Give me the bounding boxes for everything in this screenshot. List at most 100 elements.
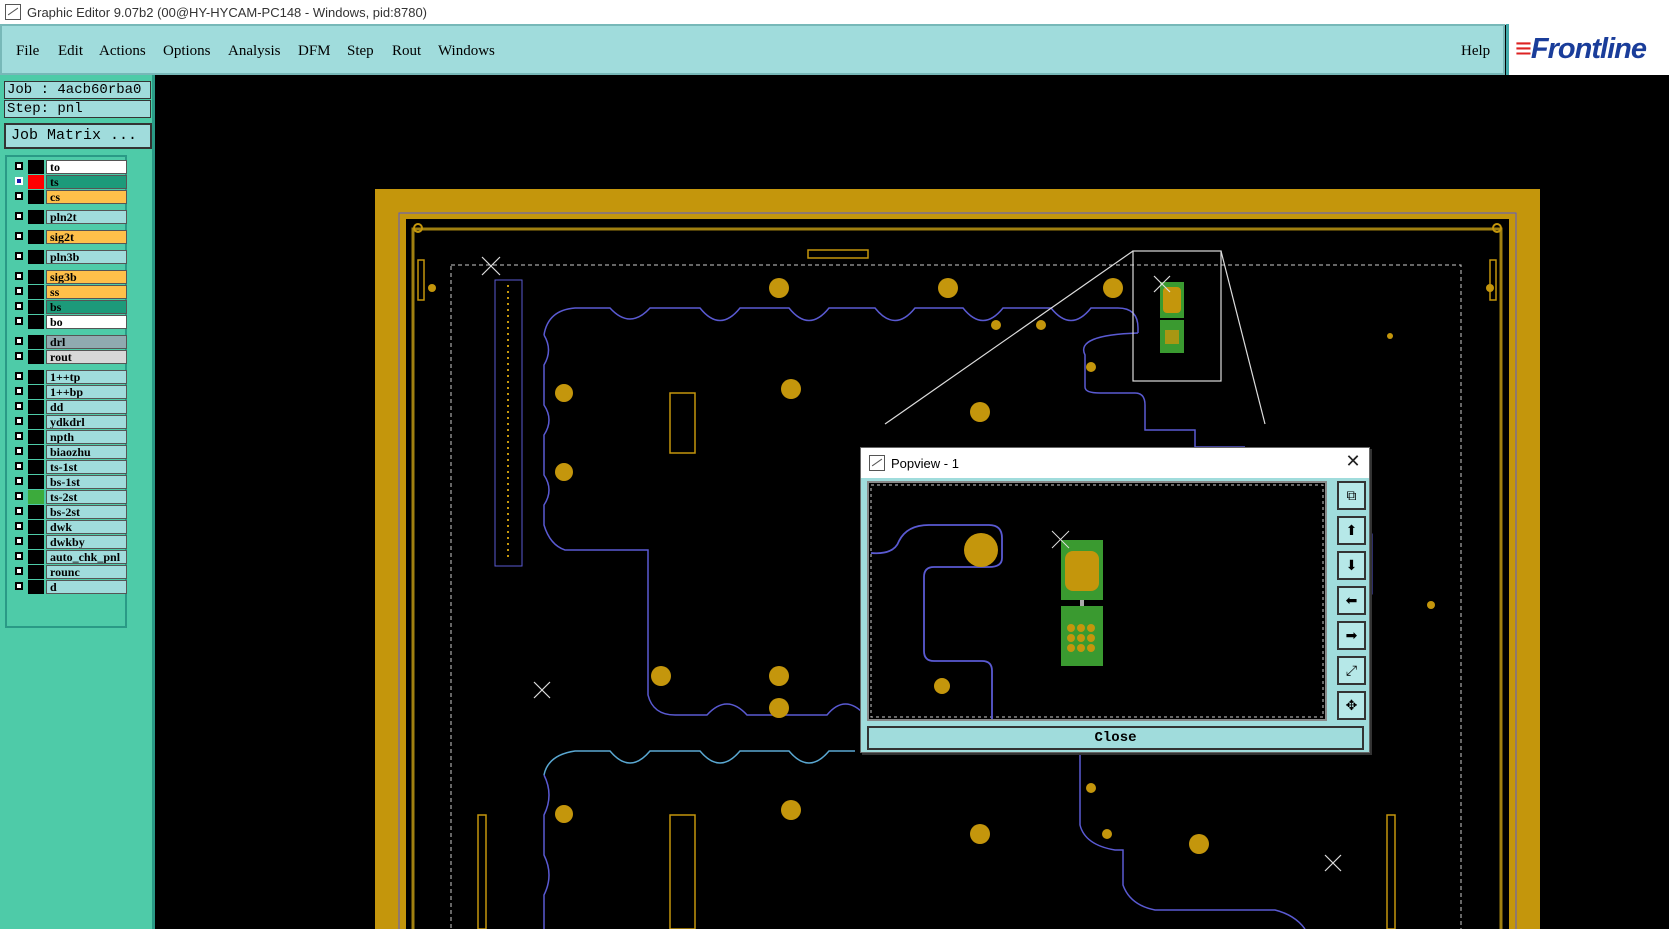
layer-checkbox[interactable] [15, 507, 23, 515]
layer-name[interactable]: npth [46, 430, 127, 444]
layer-checkbox[interactable] [15, 337, 23, 345]
layer-row-dd[interactable]: dd [10, 400, 127, 414]
layer-checkbox[interactable] [15, 302, 23, 310]
layer-row-1++tp[interactable]: 1++tp [10, 370, 127, 384]
menu-actions[interactable]: Actions [99, 43, 146, 60]
layer-name[interactable]: pln3b [46, 250, 127, 264]
menu-analysis[interactable]: Analysis [228, 43, 281, 60]
menu-dfm[interactable]: DFM [298, 43, 331, 60]
layer-row-auto_chk_pnl[interactable]: auto_chk_pnl [10, 550, 127, 564]
menu-edit[interactable]: Edit [58, 43, 83, 60]
menu-rout[interactable]: Rout [392, 43, 421, 60]
layer-checkbox[interactable] [15, 372, 23, 380]
layer-name[interactable]: sig2t [46, 230, 127, 244]
fit-icon[interactable]: ✥ [1337, 691, 1366, 720]
layer-checkbox[interactable] [15, 537, 23, 545]
layer-checkbox[interactable] [15, 192, 23, 200]
layer-checkbox[interactable] [15, 477, 23, 485]
layer-row-sig3b[interactable]: sig3b [10, 270, 127, 284]
layer-checkbox[interactable] [15, 317, 23, 325]
layer-row-rounc[interactable]: rounc [10, 565, 127, 579]
layer-row-bs-2st[interactable]: bs-2st [10, 505, 127, 519]
layer-name[interactable]: drl [46, 335, 127, 349]
menu-step[interactable]: Step [347, 43, 374, 60]
layer-row-ts-2st[interactable]: ts-2st [10, 490, 127, 504]
pan-down-icon[interactable]: ⬇ [1337, 551, 1366, 580]
pan-left-icon[interactable]: ⬅ [1337, 586, 1366, 615]
close-icon[interactable]: ✕ [1343, 452, 1363, 472]
layer-row-bo[interactable]: bo [10, 315, 127, 329]
layer-checkbox[interactable] [15, 402, 23, 410]
layer-name[interactable]: sig3b [46, 270, 127, 284]
layer-name[interactable]: d [46, 580, 127, 594]
layer-name[interactable]: ts-1st [46, 460, 127, 474]
layer-row-pln3b[interactable]: pln3b [10, 250, 127, 264]
layer-row-bs-1st[interactable]: bs-1st [10, 475, 127, 489]
layer-name[interactable]: ss [46, 285, 127, 299]
layer-name[interactable]: rounc [46, 565, 127, 579]
layer-name[interactable]: bs-2st [46, 505, 127, 519]
layer-row-1++bp[interactable]: 1++bp [10, 385, 127, 399]
layer-name[interactable]: pln2t [46, 210, 127, 224]
layer-checkbox[interactable] [15, 272, 23, 280]
layer-checkbox[interactable] [15, 177, 23, 185]
layer-name[interactable]: bs-1st [46, 475, 127, 489]
menu-file[interactable]: File [16, 43, 39, 60]
layer-row-ydkdrl[interactable]: ydkdrl [10, 415, 127, 429]
layer-checkbox[interactable] [15, 447, 23, 455]
layer-row-rout[interactable]: rout [10, 350, 127, 364]
zoom-window-icon[interactable]: ⧉ [1337, 481, 1366, 510]
layer-checkbox[interactable] [15, 352, 23, 360]
layer-row-d[interactable]: d [10, 580, 127, 594]
menu-help[interactable]: Help [1461, 43, 1490, 60]
layer-row-dwk[interactable]: dwk [10, 520, 127, 534]
job-matrix-button[interactable]: Job Matrix ... [4, 123, 152, 149]
layer-checkbox[interactable] [15, 432, 23, 440]
layer-row-npth[interactable]: npth [10, 430, 127, 444]
layer-name[interactable]: rout [46, 350, 127, 364]
layer-name[interactable]: 1++bp [46, 385, 127, 399]
layer-checkbox[interactable] [15, 522, 23, 530]
layer-checkbox[interactable] [15, 417, 23, 425]
layer-checkbox[interactable] [15, 252, 23, 260]
layer-checkbox[interactable] [15, 212, 23, 220]
layer-row-ts[interactable]: ts [10, 175, 127, 189]
layer-name[interactable]: biaozhu [46, 445, 127, 459]
layer-name[interactable]: dwkby [46, 535, 127, 549]
layer-checkbox[interactable] [15, 232, 23, 240]
pan-up-icon[interactable]: ⬆ [1337, 516, 1366, 545]
layer-checkbox[interactable] [15, 462, 23, 470]
layer-name[interactable]: ts [46, 175, 127, 189]
pan-right-icon[interactable]: ➡ [1337, 621, 1366, 650]
layer-row-dwkby[interactable]: dwkby [10, 535, 127, 549]
popview-canvas[interactable] [867, 481, 1327, 721]
layer-row-sig2t[interactable]: sig2t [10, 230, 127, 244]
layer-name[interactable]: dwk [46, 520, 127, 534]
layer-checkbox[interactable] [15, 162, 23, 170]
layer-checkbox[interactable] [15, 552, 23, 560]
layer-name[interactable]: cs [46, 190, 127, 204]
menu-windows[interactable]: Windows [438, 43, 495, 60]
layer-name[interactable]: bo [46, 315, 127, 329]
layer-row-to[interactable]: to [10, 160, 127, 174]
menu-options[interactable]: Options [163, 43, 211, 60]
layer-checkbox[interactable] [15, 567, 23, 575]
layer-checkbox[interactable] [15, 387, 23, 395]
layer-row-pln2t[interactable]: pln2t [10, 210, 127, 224]
layer-name[interactable]: ydkdrl [46, 415, 127, 429]
layer-row-cs[interactable]: cs [10, 190, 127, 204]
close-button[interactable]: Close [867, 726, 1364, 750]
layer-name[interactable]: 1++tp [46, 370, 127, 384]
layer-row-drl[interactable]: drl [10, 335, 127, 349]
layer-row-bs[interactable]: bs [10, 300, 127, 314]
layer-name[interactable]: bs [46, 300, 127, 314]
layer-name[interactable]: ts-2st [46, 490, 127, 504]
layer-checkbox[interactable] [15, 287, 23, 295]
zoom-home-icon[interactable]: ⤢ [1337, 656, 1366, 685]
layer-name[interactable]: to [46, 160, 127, 174]
layer-row-biaozhu[interactable]: biaozhu [10, 445, 127, 459]
layer-checkbox[interactable] [15, 582, 23, 590]
layer-row-ts-1st[interactable]: ts-1st [10, 460, 127, 474]
layer-row-ss[interactable]: ss [10, 285, 127, 299]
layer-checkbox[interactable] [15, 492, 23, 500]
